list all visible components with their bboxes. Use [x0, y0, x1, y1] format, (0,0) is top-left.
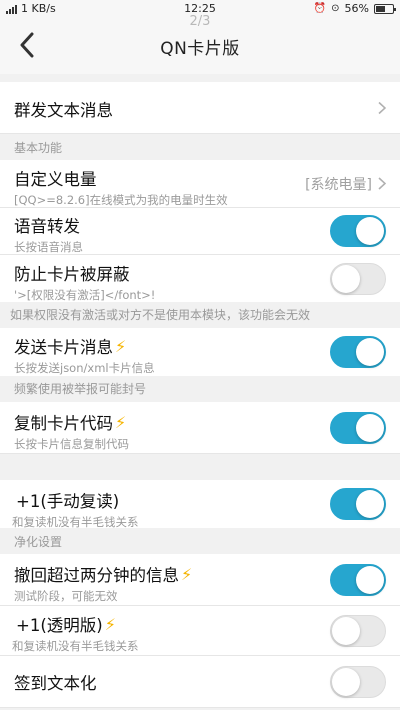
nav-bar: 2/3 QN卡片版: [0, 14, 400, 74]
recall-over-toggle[interactable]: [330, 563, 386, 596]
lightning-icon: ⚡: [181, 564, 193, 584]
chevron-right-icon: [378, 177, 386, 190]
toggle-knob: [356, 413, 384, 442]
row-label: 群发文本消息: [14, 101, 113, 120]
row-label-text: +1(透明版): [16, 616, 103, 635]
row-send-card[interactable]: 发送卡片消息 ⚡ 长按发送json/xml卡片信息: [0, 328, 400, 376]
section-header-clean: 净化设置: [0, 528, 400, 554]
row-plus-one-transparent[interactable]: +1(透明版) ⚡ 和复读机没有半毛钱关系: [0, 606, 400, 656]
toggle-knob: [356, 490, 384, 518]
copy-card-toggle[interactable]: [330, 411, 386, 444]
row-custom-power[interactable]: 自定义电量 [QQ>=8.2.6]在线模式为我的电量时生效 [系统电量]: [0, 160, 400, 208]
row-checkin-text[interactable]: 签到文本化: [0, 656, 400, 708]
row-plus-one-manual[interactable]: +1(手动复读) 和复读机没有半毛钱关系: [0, 480, 400, 529]
alarm-icon: ⏰: [313, 3, 327, 14]
toggle-knob: [332, 667, 360, 696]
row-control: [378, 101, 386, 114]
plus-one-manual-toggle[interactable]: [330, 488, 386, 520]
chevron-right-icon: [378, 101, 386, 114]
row-label-text: 复制卡片代码: [14, 414, 113, 433]
voice-forward-toggle[interactable]: [330, 215, 386, 247]
page-title: QN卡片版: [160, 39, 240, 59]
toggle-knob: [356, 217, 384, 245]
row-label-text: 撤回超过两分钟的信息: [14, 566, 179, 585]
toggle-knob: [356, 565, 384, 594]
clipped-previous-row: [0, 74, 400, 82]
row-sub: [QQ>=8.2.6]在线模式为我的电量时生效: [14, 193, 228, 207]
settings-list[interactable]: 群发文本消息 基本功能 自定义电量 [QQ>=8.2.6]在线模式为我的电量时生…: [0, 74, 400, 710]
row-voice-forward[interactable]: 语音转发 长按语音消息: [0, 208, 400, 255]
power-value: [系统电量]: [305, 176, 372, 193]
section-header-basic: 基本功能: [0, 134, 400, 160]
lightning-icon: ⚡: [115, 336, 127, 356]
toggle-knob: [332, 264, 360, 293]
block-card-note: 如果权限没有激活或对方不是使用本模块，该功能会无效: [0, 302, 400, 328]
section-gap: [0, 454, 400, 480]
checkin-text-toggle[interactable]: [330, 665, 386, 698]
toggle-knob: [356, 338, 384, 366]
row-group-text[interactable]: 群发文本消息: [0, 82, 400, 134]
toggle-knob: [332, 616, 360, 645]
page-indicator: 2/3: [189, 14, 211, 29]
row-recall-over[interactable]: 撤回超过两分钟的信息 ⚡ 测试阶段，可能无效: [0, 554, 400, 606]
row-block-card[interactable]: 防止卡片被屏蔽 '>[权限没有激活]</font>!: [0, 255, 400, 302]
send-card-toggle[interactable]: [330, 336, 386, 368]
row-control: [系统电量]: [305, 174, 386, 194]
plus-one-transparent-toggle[interactable]: [330, 614, 386, 647]
lightning-icon: ⚡: [104, 614, 116, 634]
block-card-toggle[interactable]: [330, 262, 386, 295]
send-card-note: 频繁使用被举报可能封号: [0, 376, 400, 402]
row-copy-card[interactable]: 复制卡片代码 ⚡ 长按卡片信息复制代码: [0, 402, 400, 454]
lightning-icon: ⚡: [115, 412, 127, 432]
battery-fill: [376, 5, 385, 12]
rotation-lock-icon: ⊙: [331, 3, 340, 14]
row-label-text: 发送卡片消息: [14, 338, 113, 357]
battery-icon: [374, 3, 396, 14]
